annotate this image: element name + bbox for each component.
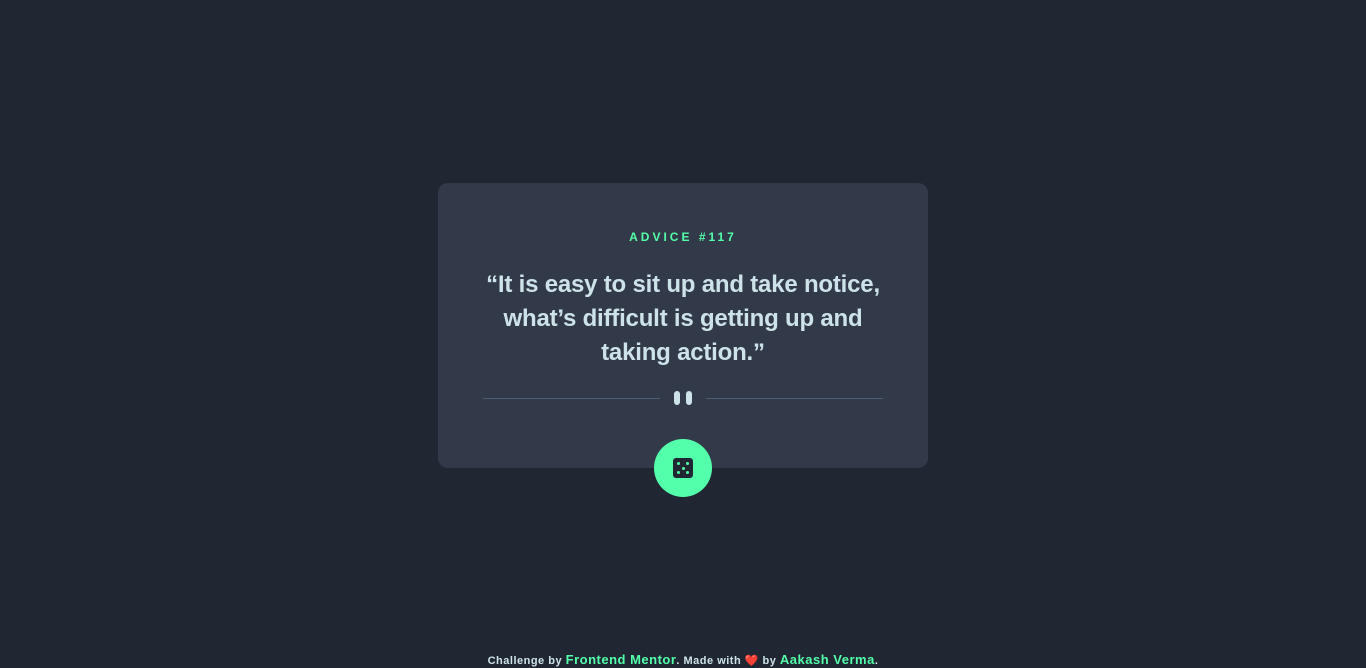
advice-quote: “It is easy to sit up and take notice, w… [486,271,880,366]
author-link[interactable]: Aakash Verma [780,652,875,667]
attribution-suffix: . [874,655,879,667]
new-advice-button[interactable] [654,439,712,497]
attribution-by: by [762,655,777,667]
attribution: Challenge by Frontend Mentor. Made with … [0,652,1366,667]
advice-number: ADVICE #117 [629,230,737,244]
pause-icon [674,391,692,405]
divider-line-right [706,398,883,399]
advice-card: ADVICE #117 “It is easy to sit up and ta… [438,183,928,497]
attribution-middle: . Made with [676,655,742,667]
attribution-prefix: Challenge by [487,655,563,667]
frontend-mentor-link[interactable]: Frontend Mentor [566,652,677,667]
dice-icon [673,458,693,478]
divider-line-left [483,398,660,399]
heart-icon: ❤️ [744,655,759,667]
divider [483,390,883,406]
